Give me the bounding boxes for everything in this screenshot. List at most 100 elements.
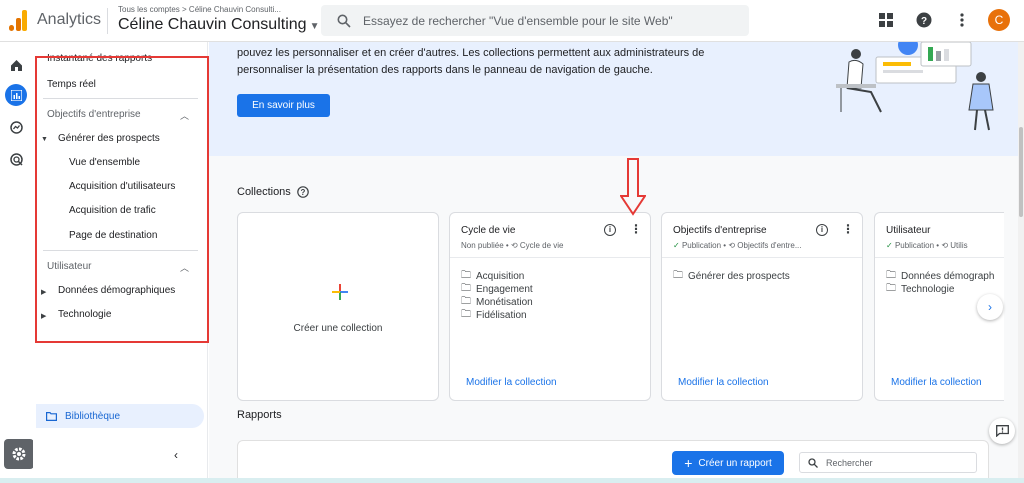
more-vert-icon[interactable]: [950, 8, 974, 32]
card-template: Cycle de vie: [519, 241, 564, 250]
chevron-up-icon[interactable]: ︿: [180, 261, 189, 274]
learn-more-button[interactable]: En savoir plus: [237, 94, 330, 117]
topic-label: Technologie: [901, 284, 955, 295]
explore-icon[interactable]: [5, 116, 27, 138]
list-item: 🗀 Engagement: [461, 283, 533, 296]
nav-section-business-objectives[interactable]: Objectifs d'entreprise: [47, 109, 141, 120]
info-icon[interactable]: i: [604, 224, 616, 236]
reports-icon[interactable]: [5, 84, 27, 106]
topic-label: Données démograph: [901, 271, 995, 282]
create-collection-label: Créer une collection: [293, 323, 383, 334]
analytics-logo-icon[interactable]: [9, 9, 27, 31]
admin-settings-button[interactable]: [4, 439, 34, 469]
gear-icon: [12, 447, 26, 461]
create-report-label: Créer un rapport: [698, 457, 772, 469]
card-topics: 🗀 Acquisition 🗀 Engagement 🗀 Monétisation 🗀…: [461, 270, 533, 322]
list-item: 🗀 Technologie: [886, 283, 994, 296]
nav-divider: [43, 98, 198, 99]
nav-item-snapshot[interactable]: Instantané des rapports: [47, 53, 152, 64]
library-button[interactable]: Bibliothèque: [36, 404, 204, 428]
svg-text:?: ?: [921, 16, 927, 27]
nav-group-technology[interactable]: Technologie: [58, 309, 111, 320]
template-icon: ⟲: [941, 241, 949, 250]
more-vert-icon[interactable]: ⋮: [842, 222, 854, 236]
topic-label: Acquisition: [476, 271, 525, 282]
dropdown-caret-icon: ▼: [309, 21, 320, 32]
apps-grid-icon[interactable]: [874, 8, 898, 32]
more-vert-icon[interactable]: ⋮: [630, 222, 642, 236]
search-icon: [808, 457, 818, 468]
feedback-icon: [995, 425, 1009, 437]
create-report-button[interactable]: + Créer un rapport: [672, 451, 784, 475]
topic-label: Monétisation: [476, 297, 533, 308]
nav-subitem-user-acquisition[interactable]: Acquisition d'utilisateurs: [69, 181, 175, 192]
card-title: Cycle de vie: [461, 225, 516, 236]
home-icon[interactable]: [5, 54, 27, 76]
folder-icon: 🗀: [673, 270, 683, 281]
help-outline-icon[interactable]: ?: [297, 186, 309, 198]
page-scrollbar[interactable]: [1018, 42, 1024, 483]
edit-collection-link[interactable]: Modifier la collection: [466, 377, 557, 388]
search-placeholder: Essayez de rechercher "Vue d'ensemble po…: [363, 13, 673, 28]
card-meta: Non publiée • ⟲ Cycle de vie: [461, 241, 564, 250]
banner-text-line1: pouvez les personnaliser et en créer d'a…: [237, 47, 705, 59]
expand-right-icon[interactable]: ▶: [41, 312, 46, 320]
card-divider: [875, 257, 1004, 258]
card-title: Objectifs d'entreprise: [673, 225, 767, 236]
account-name: Céline Chauvin Consulting: [118, 16, 307, 33]
svg-text:?: ?: [300, 188, 305, 197]
card-topics: 🗀 Données démograph 🗀 Technologie: [886, 270, 994, 296]
card-divider: [662, 257, 862, 258]
collections-title: Collections: [237, 186, 291, 198]
card-divider: [450, 257, 650, 258]
collection-card-lifecycle: Cycle de vie i ⋮ Non publiée • ⟲ Cycle d…: [449, 212, 651, 401]
collections-banner: pouvez les personnaliser et en créer d'a…: [209, 42, 1024, 156]
edit-collection-link[interactable]: Modifier la collection: [891, 377, 982, 388]
breadcrumb[interactable]: Tous les comptes > Céline Chauvin Consul…: [118, 5, 281, 14]
expand-right-icon[interactable]: ▶: [41, 288, 46, 296]
collection-card-business-objectives: Objectifs d'entreprise i ⋮ ✓ Publication…: [661, 212, 863, 401]
topic-label: Engagement: [476, 284, 533, 295]
card-meta: ✓ Publication • ⟲ Utilis: [886, 241, 968, 250]
divider: [107, 8, 108, 34]
banner-text-line2: personnaliser la présentation des rappor…: [237, 64, 653, 76]
list-item: 🗀 Générer des prospects: [673, 270, 790, 283]
reports-search-input[interactable]: Rechercher: [799, 452, 977, 473]
list-item: 🗀 Données démograph: [886, 270, 994, 283]
list-item: 🗀 Monétisation: [461, 296, 533, 309]
card-meta: ✓ Publication • ⟲ Objectifs d'entre...: [673, 241, 802, 250]
chevron-up-icon[interactable]: ︿: [180, 109, 189, 122]
main-content: pouvez les personnaliser et en créer d'a…: [209, 42, 1024, 483]
nav-section-user[interactable]: Utilisateur: [47, 261, 91, 272]
nav-subitem-traffic-acquisition[interactable]: Acquisition de trafic: [69, 205, 156, 216]
feedback-button[interactable]: [989, 418, 1015, 444]
help-icon[interactable]: ?: [912, 8, 936, 32]
nav-group-demographics[interactable]: Données démographiques: [58, 285, 175, 296]
avatar[interactable]: C: [988, 9, 1010, 31]
nav-item-realtime[interactable]: Temps réel: [47, 79, 96, 90]
search-bar[interactable]: Essayez de rechercher "Vue d'ensemble po…: [321, 5, 749, 36]
library-label: Bibliothèque: [65, 410, 121, 422]
card-status: Non publiée: [461, 241, 504, 250]
expand-down-icon[interactable]: ▼: [41, 136, 48, 143]
advertising-icon[interactable]: [5, 148, 27, 170]
folder-icon: [46, 411, 57, 421]
list-item: 🗀 Acquisition: [461, 270, 533, 283]
nav-group-generate-leads[interactable]: Générer des prospects: [58, 133, 160, 144]
list-item: 🗀 Fidélisation: [461, 309, 533, 322]
reports-heading: Rapports: [237, 409, 282, 421]
scrollbar-thumb[interactable]: [1019, 127, 1023, 217]
nav-subitem-landing-page[interactable]: Page de destination: [69, 230, 157, 241]
info-icon[interactable]: i: [816, 224, 828, 236]
edit-collection-link[interactable]: Modifier la collection: [678, 377, 769, 388]
banner-illustration-icon: [836, 42, 994, 131]
create-collection-card[interactable]: Créer une collection: [237, 212, 439, 401]
collections-heading: Collections ?: [237, 186, 309, 198]
left-rail: [0, 42, 33, 483]
nav-subitem-overview[interactable]: Vue d'ensemble: [69, 157, 140, 168]
template-icon: ⟲: [510, 241, 518, 250]
chevron-right-icon[interactable]: ›: [977, 294, 1003, 320]
collapse-nav-icon[interactable]: ‹: [174, 448, 178, 462]
account-selector[interactable]: Céline Chauvin Consulting ▼: [118, 16, 319, 34]
card-template: Objectifs d'entre...: [737, 241, 802, 250]
